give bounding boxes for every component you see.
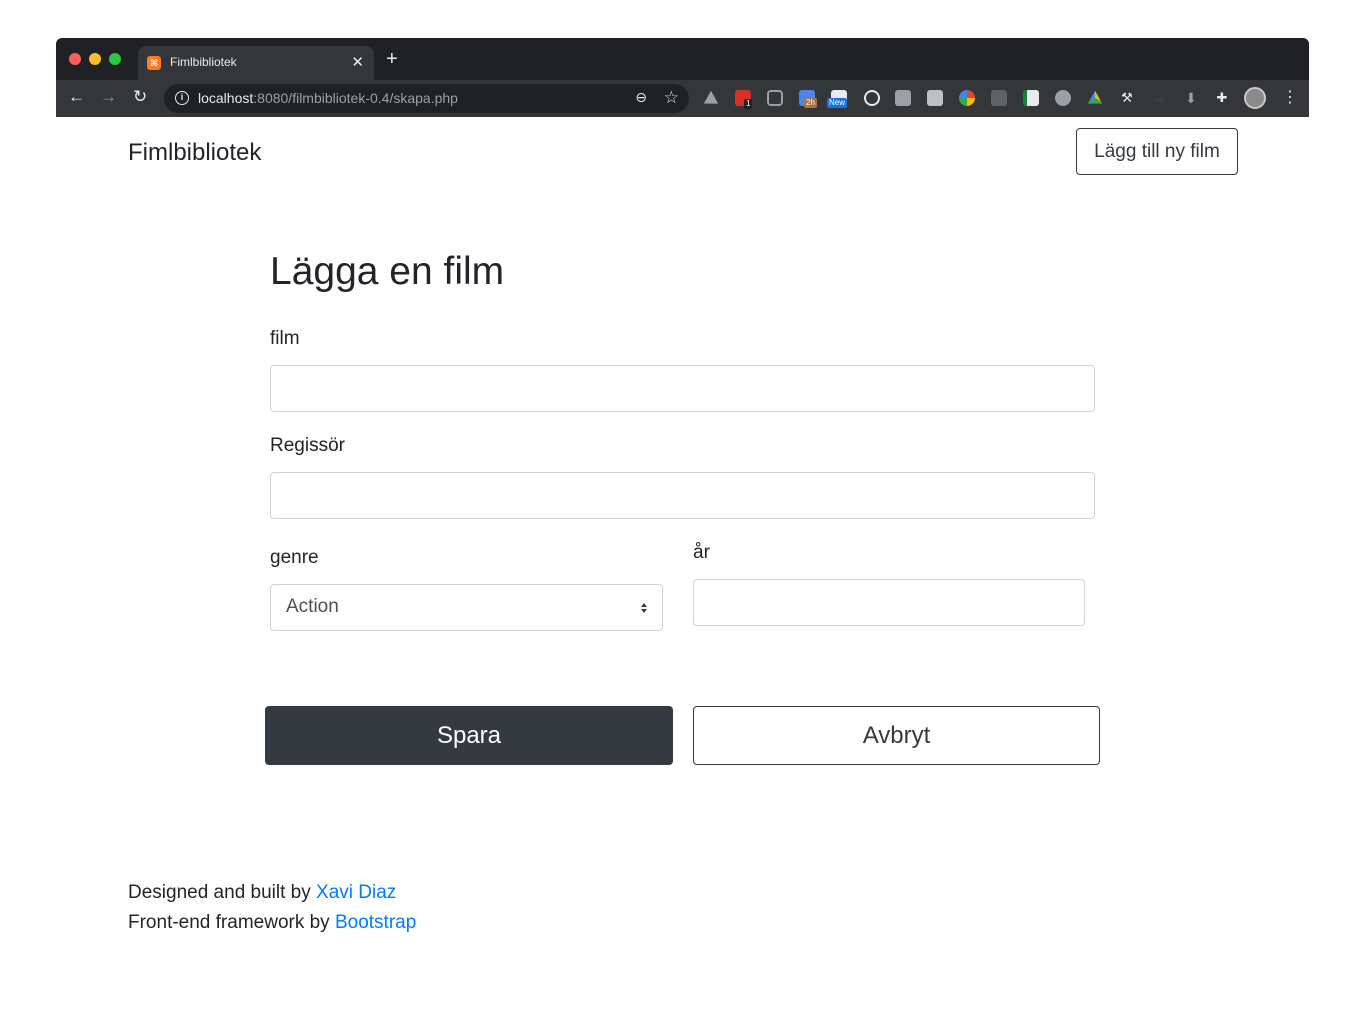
bar-chart-extension-icon[interactable] (1023, 90, 1039, 106)
add-new-film-button[interactable]: Lägg till ny film (1076, 128, 1238, 175)
browser-toolbar: ← → ↻ i localhost:8080/filmbibliotek-0.4… (56, 80, 1309, 117)
close-window-button[interactable] (69, 53, 81, 65)
genre-label: genre (270, 547, 319, 568)
film-input[interactable] (270, 365, 1095, 412)
genre-select[interactable]: Action (270, 584, 663, 631)
zoom-icon[interactable]: ⊖ (635, 89, 647, 106)
facebook-extension-icon[interactable] (991, 90, 1007, 106)
minimize-window-button[interactable] (89, 53, 101, 65)
download-arrow-icon[interactable]: ⬇ (1183, 90, 1199, 106)
reload-icon[interactable]: ↻ (133, 87, 147, 107)
calendar-extension-icon[interactable]: 2h (799, 90, 817, 108)
genre-selected-value: Action (286, 596, 339, 617)
puzzle-extensions-icon[interactable]: ✚ (1214, 90, 1230, 106)
footer-credit-line: Designed and built by Xavi Diaz (128, 882, 397, 903)
browser-tab[interactable]: ⌘ Fimlbibliotek ✕ (138, 46, 374, 80)
extension-badge: 1 (744, 99, 753, 109)
extension-badge: 2h (804, 98, 817, 108)
director-input[interactable] (270, 472, 1095, 519)
s-extension-icon[interactable]: New (827, 90, 848, 108)
todo-extension-icon[interactable]: 1 (735, 90, 753, 109)
author-link[interactable]: Xavi Diaz (316, 882, 396, 903)
drive-extension-icon[interactable] (703, 90, 719, 104)
tab-close-icon[interactable]: ✕ (351, 53, 364, 71)
color-wheel-extension-icon[interactable] (959, 90, 975, 106)
browser-menu-icon[interactable]: ⋮ (1282, 88, 1298, 108)
director-label: Regissör (270, 435, 345, 456)
printer-extension-icon[interactable] (927, 90, 943, 106)
download-circle-extension-icon[interactable] (1055, 90, 1071, 106)
cloud-extension-icon[interactable]: ☁ (1151, 90, 1167, 106)
circle-extension-icon[interactable] (864, 90, 880, 106)
browser-window: ⌘ Fimlbibliotek ✕ + ← → ↻ i localhost:80… (56, 38, 1309, 958)
profile-avatar[interactable] (1244, 87, 1266, 109)
year-input[interactable] (693, 579, 1085, 626)
tools-extension-icon[interactable]: ⚒ (1119, 90, 1135, 106)
google-drive-extension-icon[interactable] (1087, 90, 1103, 104)
navbar-brand[interactable]: Fimlbibliotek (128, 139, 261, 167)
extension-badge: New (827, 98, 848, 108)
footer-framework-line: Front-end framework by Bootstrap (128, 912, 417, 933)
select-arrows-icon (641, 603, 647, 613)
cancel-button[interactable]: Avbryt (693, 706, 1100, 765)
camera-extension-icon[interactable] (895, 90, 911, 106)
bootstrap-link[interactable]: Bootstrap (335, 912, 416, 933)
page-title: Lägga en film (270, 250, 505, 293)
info-icon[interactable]: i (175, 91, 189, 105)
film-label: film (270, 328, 300, 349)
lightbulb-extension-icon[interactable] (767, 90, 783, 106)
web-page: Fimlbibliotek Lägg till ny film Lägga en… (56, 117, 1309, 958)
tab-strip: ⌘ Fimlbibliotek ✕ + (56, 38, 1309, 80)
url-text[interactable]: localhost:8080/filmbibliotek-0.4/skapa.p… (198, 90, 458, 106)
xampp-favicon-icon: ⌘ (147, 56, 161, 70)
bookmark-star-icon[interactable]: ☆ (664, 88, 679, 108)
address-bar[interactable]: i localhost:8080/filmbibliotek-0.4/skapa… (164, 84, 689, 113)
year-label: år (693, 542, 710, 563)
back-arrow-icon[interactable]: ← (68, 87, 85, 107)
maximize-window-button[interactable] (109, 53, 121, 65)
new-tab-button[interactable]: + (386, 49, 398, 69)
forward-arrow-icon[interactable]: → (100, 87, 117, 107)
tab-title: Fimlbibliotek (170, 55, 237, 69)
save-button[interactable]: Spara (265, 706, 673, 765)
